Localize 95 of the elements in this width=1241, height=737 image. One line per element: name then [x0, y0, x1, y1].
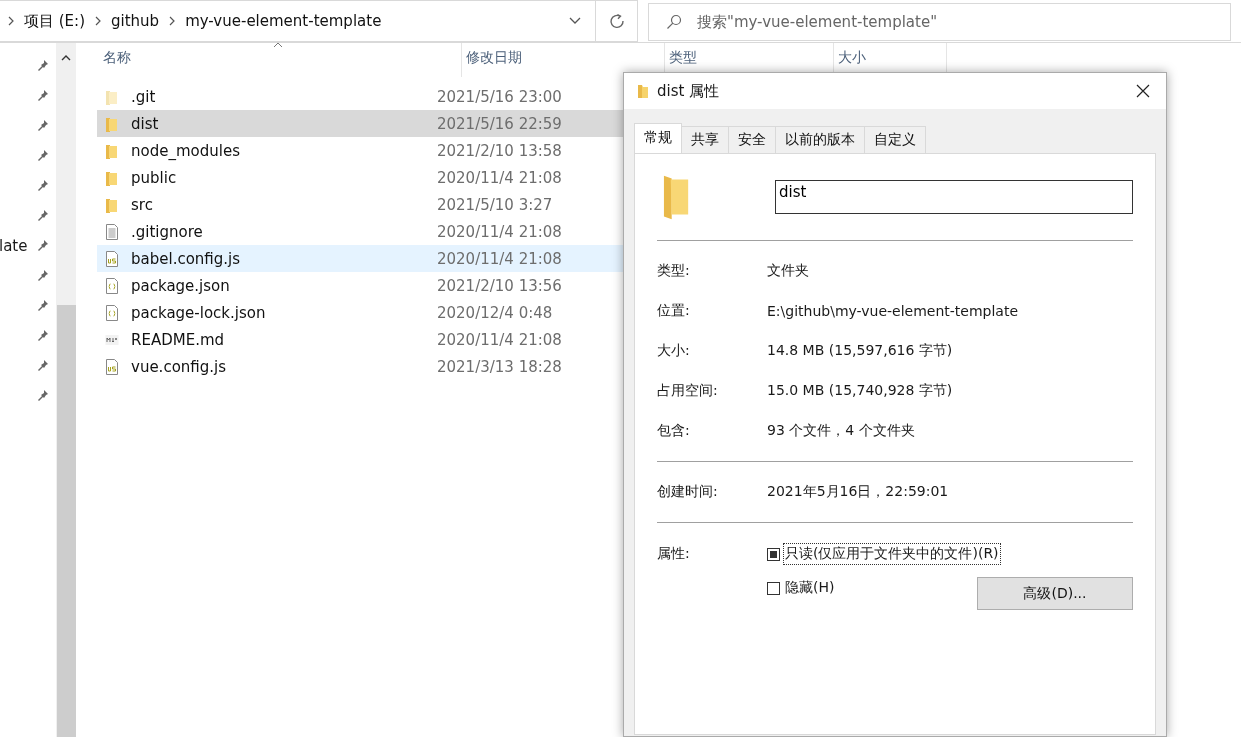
search-field[interactable]: 搜索"my-vue-element-template" [648, 3, 1231, 41]
file-date: 2020/12/4 0:48 [436, 303, 554, 322]
file-row[interactable]: public 2020/11/4 21:08 [97, 164, 624, 191]
pin-icon [37, 89, 49, 101]
property-label: 包含: [657, 422, 691, 440]
pin-icon [37, 209, 49, 221]
file-date: 2021/2/10 13:56 [436, 276, 563, 295]
file-row[interactable]: node_modules 2021/2/10 13:58 [97, 137, 624, 164]
file-name: babel.config.js [131, 249, 241, 268]
file-date: 2020/11/4 21:08 [436, 222, 563, 241]
advanced-button[interactable]: 高级(D)... [977, 577, 1133, 610]
property-value: 14.8 MB (15,597,616 字节) [767, 342, 953, 360]
folder-icon [105, 196, 119, 213]
pin-icon [37, 239, 49, 251]
file-date: 2021/2/10 13:58 [436, 141, 563, 160]
file-name: src [131, 195, 153, 214]
tab[interactable]: 自定义 [864, 126, 926, 153]
chevron-right-icon [95, 16, 101, 26]
pin-icon [37, 389, 49, 401]
file-name: dist [131, 114, 159, 133]
file-date: 2021/5/16 22:59 [436, 114, 563, 133]
property-value: 93 个文件，4 个文件夹 [767, 422, 915, 440]
file-icon [105, 223, 119, 240]
property-value: 文件夹 [767, 262, 809, 280]
folder-icon [105, 169, 119, 186]
pin-icon [37, 329, 49, 341]
refresh-icon [608, 13, 625, 29]
file-icon [105, 304, 119, 321]
tab[interactable]: 常规 [634, 123, 682, 153]
breadcrumb-item[interactable]: my-vue-element-template [185, 12, 382, 30]
property-value: 15.0 MB (15,740,928 字节) [767, 382, 953, 400]
property-label: 占用空间: [657, 382, 719, 400]
dialog-title: dist 属性 [657, 81, 721, 101]
folder-icon [105, 142, 119, 159]
address-bar[interactable]: 项目 (E:) github my-vue-element-template [0, 0, 596, 42]
file-date: 2021/5/10 3:27 [436, 195, 554, 214]
property-label: 大小: [657, 342, 691, 360]
property-label: 创建时间: [657, 483, 719, 501]
scrollbar[interactable] [56, 43, 76, 737]
file-name: node_modules [131, 141, 240, 160]
pin-icon [37, 119, 49, 131]
file-icon [105, 277, 119, 294]
refresh-button[interactable] [596, 0, 638, 42]
breadcrumb-item[interactable]: 项目 (E:) [24, 11, 85, 31]
property-value: E:\github\my-vue-element-template [767, 303, 1019, 319]
file-icon [105, 250, 119, 267]
file-name: .git [131, 87, 156, 106]
pin-icon [37, 179, 49, 191]
pin-icon [37, 59, 49, 71]
folder-icon [105, 88, 119, 105]
pin-icon [37, 299, 49, 311]
file-date: 2020/11/4 21:08 [436, 330, 563, 349]
dropdown-chevron-icon[interactable] [569, 17, 581, 25]
file-row[interactable]: .git 2021/5/16 23:00 [97, 83, 624, 110]
file-name: README.md [131, 330, 225, 349]
file-name: package-lock.json [131, 303, 266, 322]
folder-icon [637, 83, 649, 99]
file-date: 2021/3/13 18:28 [436, 357, 563, 376]
file-row[interactable]: babel.config.js 2020/11/4 21:08 [97, 245, 624, 272]
scroll-up-icon[interactable] [61, 55, 71, 61]
file-icon [105, 358, 119, 375]
file-name: package.json [131, 276, 230, 295]
file-row[interactable]: vue.config.js 2021/3/13 18:28 [97, 353, 624, 380]
attributes-label: 属性: [657, 544, 691, 563]
breadcrumb-item[interactable]: github [111, 12, 160, 30]
file-row[interactable]: .gitignore 2020/11/4 21:08 [97, 218, 624, 245]
checkbox-label[interactable]: 隐藏(H) [783, 577, 837, 599]
checkbox-label[interactable]: 只读(仅应用于文件夹中的文件)(R) [783, 543, 1001, 565]
file-date: 2020/11/4 21:08 [436, 249, 563, 268]
chevron-right-icon [169, 16, 176, 26]
property-label: 类型: [657, 262, 691, 280]
file-name: public [131, 168, 177, 187]
nav-item-label[interactable]: late [0, 237, 28, 255]
checkbox[interactable] [767, 581, 780, 595]
file-row[interactable]: package.json 2021/2/10 13:56 [97, 272, 624, 299]
property-label: 位置: [657, 302, 691, 320]
name-field[interactable]: dist [775, 180, 1133, 214]
file-row[interactable]: dist 2021/5/16 22:59 [97, 110, 624, 137]
file-row[interactable]: README.md 2020/11/4 21:08 [97, 326, 624, 353]
scroll-thumb[interactable] [56, 305, 76, 737]
pin-icon [37, 269, 49, 281]
folder-icon [105, 115, 119, 132]
file-date: 2021/5/16 23:00 [436, 87, 563, 106]
pin-icon [37, 149, 49, 161]
chevron-right-icon [8, 16, 14, 26]
file-row[interactable]: package-lock.json 2020/12/4 0:48 [97, 299, 624, 326]
file-date: 2020/11/4 21:08 [436, 168, 563, 187]
close-icon [1136, 84, 1150, 98]
file-name: .gitignore [131, 222, 203, 241]
checkbox[interactable] [767, 547, 780, 561]
file-name: vue.config.js [131, 357, 227, 376]
column-header[interactable]: 名称 [99, 43, 462, 77]
pin-icon [37, 359, 49, 371]
property-value: 2021年5月16日，22:59:01 [767, 483, 949, 501]
file-row[interactable]: src 2021/5/10 3:27 [97, 191, 624, 218]
